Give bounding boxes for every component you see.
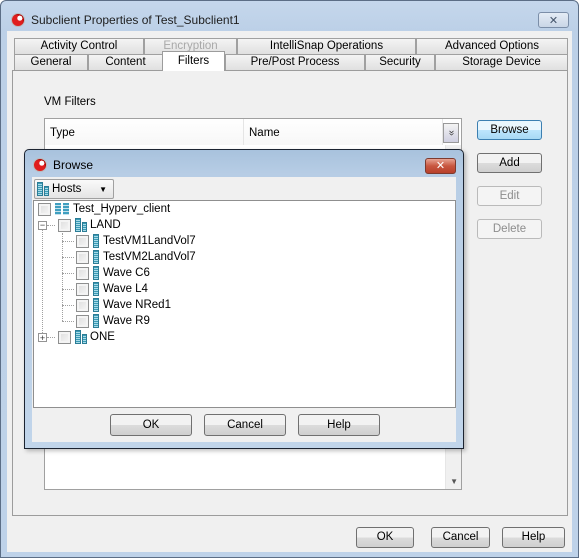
tree-node-label: Wave NRed1 [103,299,171,311]
tab-intellisnap-operations[interactable]: IntelliSnap Operations [237,38,416,54]
vm-icon [93,298,99,312]
tree-node-host[interactable]: LAND [58,217,121,233]
add-button[interactable]: Add [477,153,542,173]
app-logo-icon [11,13,25,27]
view-selector-value: Hosts [52,183,82,195]
browse-cancel-button[interactable]: Cancel [204,414,286,436]
tree-node-vm[interactable]: Wave L4 [76,281,148,297]
expand-icon[interactable]: + [38,333,47,343]
tree-connector [62,241,74,242]
tab-content[interactable]: Content [88,54,163,70]
window-title-bar: Subclient Properties of Test_Subclient1 [11,11,240,29]
checkbox[interactable] [58,218,71,232]
tab-storage-device[interactable]: Storage Device [435,54,568,70]
hosts-tree: Test_Hyperv_client − LAND TestVM1LandVol… [33,200,456,408]
browse-help-button[interactable]: Help [298,414,380,436]
tree-connector [62,289,74,290]
browse-close-button[interactable]: ✕ [425,158,456,174]
column-header-type[interactable]: Type [45,119,244,145]
hosts-icon-secondary [44,186,49,196]
vm-icon [93,282,99,296]
help-button[interactable]: Help [502,527,565,548]
tree-node-label: Wave R9 [103,315,150,327]
tree-node-host[interactable]: ONE [58,329,115,345]
chevron-down-icon: ▼ [99,184,107,194]
close-icon: ✕ [435,160,446,172]
browse-dialog-title-bar: Browse [33,156,93,174]
scroll-down-arrow-icon[interactable]: ▼ [450,477,458,486]
browse-dialog: Browse ✕ Hosts ▼ Test_Hyperv_client − LA… [24,149,464,449]
browse-button[interactable]: Browse [477,120,542,140]
tree-node-vm[interactable]: TestVM2LandVol7 [76,249,196,265]
vm-icon [93,266,99,280]
tab-activity-control[interactable]: Activity Control [14,38,144,54]
tree-node-label: TestVM1LandVol7 [103,235,196,247]
hosts-icon [37,182,43,196]
checkbox[interactable] [76,282,89,296]
double-chevron-down-icon: » [446,130,457,136]
tree-node-label: Wave L4 [103,283,148,295]
close-icon: ✕ [548,14,559,27]
tree-node-root[interactable]: Test_Hyperv_client [38,201,170,217]
tree-connector [62,305,74,306]
ok-button[interactable]: OK [356,527,414,548]
tree-connector [62,257,74,258]
tree-node-vm[interactable]: Wave R9 [76,313,150,329]
checkbox[interactable] [38,202,51,216]
host-icon-secondary [82,222,87,232]
collapse-icon[interactable]: − [38,221,47,230]
checkbox[interactable] [76,234,89,248]
tab-filters[interactable]: Filters [162,51,225,71]
checkbox[interactable] [76,250,89,264]
tree-node-label: Wave C6 [103,267,150,279]
host-icon [75,330,81,344]
tab-security[interactable]: Security [365,54,435,70]
checkbox[interactable] [58,330,71,344]
tree-connector [62,321,74,322]
window-close-button[interactable]: ✕ [538,12,569,28]
tree-node-vm[interactable]: Wave NRed1 [76,297,171,313]
column-header-name[interactable]: Name [244,119,443,145]
browse-dialog-body: Hosts ▼ Test_Hyperv_client − LAND TestVM… [32,177,456,442]
column-chooser-button[interactable]: » [443,123,459,143]
view-selector-dropdown[interactable]: Hosts ▼ [34,179,114,199]
tree-connector [42,225,43,335]
window-title: Subclient Properties of Test_Subclient1 [31,13,240,27]
vm-icon [93,314,99,328]
checkbox[interactable] [76,298,89,312]
tree-node-label: Test_Hyperv_client [73,203,171,215]
client-icon [55,203,69,215]
edit-button: Edit [477,186,542,206]
browse-dialog-title: Browse [53,158,94,172]
tab-general[interactable]: General [14,54,88,70]
browse-ok-button[interactable]: OK [110,414,192,436]
tree-node-label: TestVM2LandVol7 [103,251,196,263]
delete-button: Delete [477,219,542,239]
tree-connector [47,225,55,226]
tree-connector [47,337,55,338]
tree-connector [62,233,63,321]
host-icon [75,218,81,232]
vm-filters-label: VM Filters [44,96,96,108]
vm-icon [93,234,99,248]
app-logo-icon [33,158,47,172]
tree-node-label: ONE [90,331,115,343]
host-icon-secondary [82,334,87,344]
checkbox[interactable] [76,266,89,280]
table-header: Type Name [45,119,443,145]
tree-node-vm[interactable]: Wave C6 [76,265,150,281]
tab-pre-post-process[interactable]: Pre/Post Process [225,54,365,70]
tab-advanced-options[interactable]: Advanced Options [416,38,568,54]
tree-connector [62,273,74,274]
tree-node-label: LAND [90,219,121,231]
checkbox[interactable] [76,314,89,328]
cancel-button[interactable]: Cancel [431,527,490,548]
vm-icon [93,250,99,264]
tree-node-vm[interactable]: TestVM1LandVol7 [76,233,196,249]
